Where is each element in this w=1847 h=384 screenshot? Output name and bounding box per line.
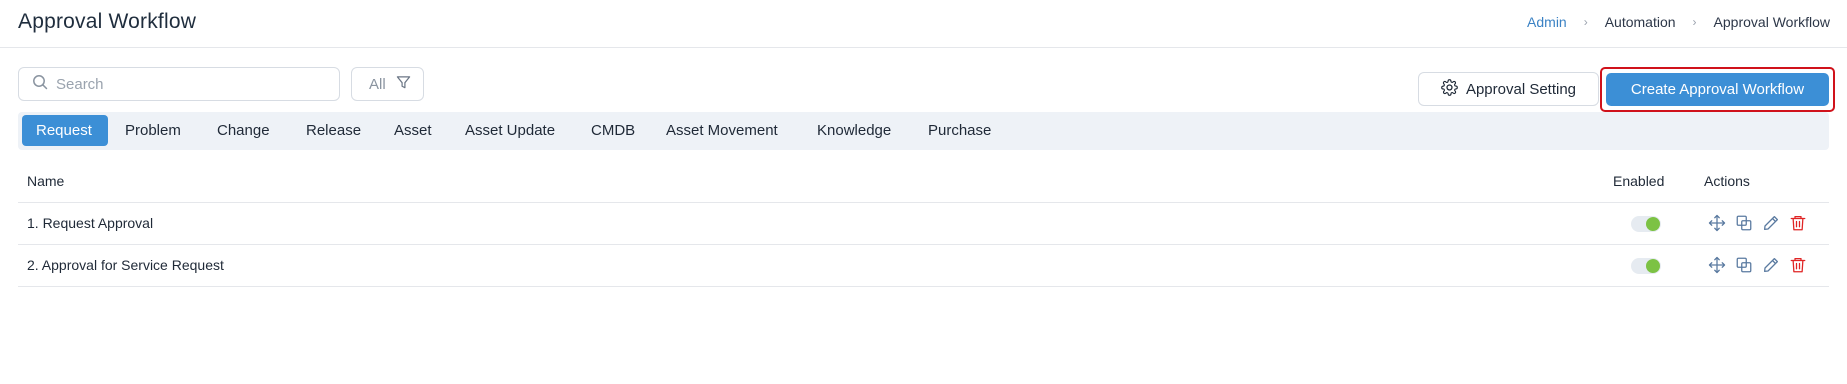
toggle-knob bbox=[1646, 259, 1660, 273]
gear-icon bbox=[1441, 78, 1458, 100]
edit-icon[interactable] bbox=[1762, 256, 1780, 274]
filter-dropdown[interactable]: All bbox=[351, 67, 424, 101]
filter-icon bbox=[396, 75, 411, 94]
tab-problem[interactable]: Problem bbox=[111, 115, 195, 146]
page-title: Approval Workflow bbox=[18, 10, 197, 33]
tab-asset-update[interactable]: Asset Update bbox=[451, 115, 569, 146]
breadcrumb-admin[interactable]: Admin bbox=[1527, 14, 1567, 30]
tab-knowledge[interactable]: Knowledge bbox=[803, 115, 905, 146]
row-actions bbox=[1708, 256, 1807, 274]
column-name: Name bbox=[27, 173, 65, 189]
duplicate-icon[interactable] bbox=[1735, 214, 1753, 232]
filter-label: All bbox=[369, 75, 386, 93]
move-icon[interactable] bbox=[1708, 256, 1726, 274]
page-header: Approval Workflow Admin › Automation › A… bbox=[0, 0, 1847, 48]
chevron-right-icon: › bbox=[1692, 15, 1697, 29]
delete-icon[interactable] bbox=[1789, 214, 1807, 232]
tab-request[interactable]: Request bbox=[22, 115, 108, 146]
tab-asset[interactable]: Asset bbox=[380, 115, 446, 146]
module-tabs: Request Problem Change Release Asset Ass… bbox=[18, 112, 1829, 150]
breadcrumb-automation[interactable]: Automation bbox=[1605, 14, 1676, 30]
tab-change[interactable]: Change bbox=[203, 115, 284, 146]
tab-release[interactable]: Release bbox=[292, 115, 375, 146]
duplicate-icon[interactable] bbox=[1735, 256, 1753, 274]
create-button-highlight: Create Approval Workflow bbox=[1600, 67, 1835, 112]
row-actions bbox=[1708, 214, 1807, 232]
tab-cmdb[interactable]: CMDB bbox=[577, 115, 649, 146]
table-row[interactable]: 1. Request Approval bbox=[18, 203, 1829, 245]
workflow-name[interactable]: 1. Request Approval bbox=[27, 215, 153, 231]
enabled-toggle[interactable] bbox=[1631, 216, 1661, 232]
column-enabled: Enabled bbox=[1613, 173, 1665, 189]
search-box[interactable] bbox=[18, 67, 340, 101]
approval-setting-button[interactable]: Approval Setting bbox=[1418, 72, 1599, 106]
chevron-right-icon: › bbox=[1583, 15, 1588, 29]
search-icon bbox=[32, 74, 48, 95]
delete-icon[interactable] bbox=[1789, 256, 1807, 274]
column-actions: Actions bbox=[1704, 173, 1750, 189]
enabled-toggle[interactable] bbox=[1631, 258, 1661, 274]
approval-workflow-table: Name Enabled Actions 1. Request Approval… bbox=[18, 163, 1829, 287]
edit-icon[interactable] bbox=[1762, 214, 1780, 232]
search-input[interactable] bbox=[54, 74, 318, 94]
workflow-name[interactable]: 2. Approval for Service Request bbox=[27, 257, 224, 273]
table-header: Name Enabled Actions bbox=[18, 163, 1829, 203]
create-approval-workflow-button[interactable]: Create Approval Workflow bbox=[1606, 73, 1829, 106]
approval-setting-label: Approval Setting bbox=[1465, 80, 1577, 98]
tab-asset-movement[interactable]: Asset Movement bbox=[652, 115, 792, 146]
breadcrumb-approval-workflow: Approval Workflow bbox=[1713, 14, 1830, 30]
breadcrumb: Admin › Automation › Approval Workflow bbox=[1527, 14, 1830, 30]
table-row[interactable]: 2. Approval for Service Request bbox=[18, 245, 1829, 287]
toggle-knob bbox=[1646, 217, 1660, 231]
move-icon[interactable] bbox=[1708, 214, 1726, 232]
tab-purchase[interactable]: Purchase bbox=[914, 115, 1005, 146]
